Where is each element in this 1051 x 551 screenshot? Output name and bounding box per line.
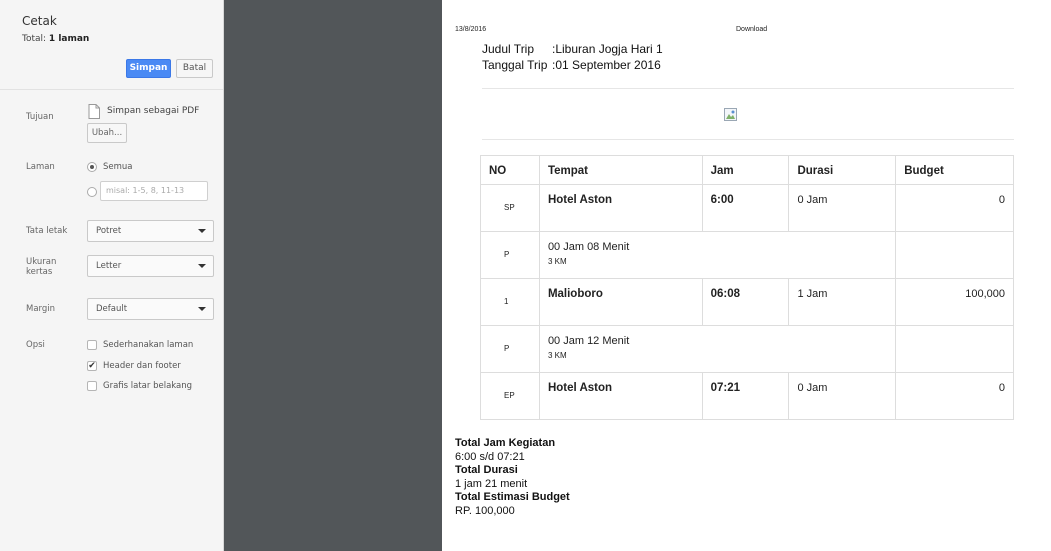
paper-value: Letter (96, 261, 122, 271)
total-duration-label: Total Durasi (455, 464, 518, 476)
row-travel-cell: 00 Jam 12 Menit 3 KM (538, 325, 897, 373)
trip-name-value: :Liburan Jogja Hari 1 (552, 42, 663, 56)
trip-name-line: Judul Trip :Liburan Jogja Hari 1 (482, 42, 663, 56)
pages-range-radio[interactable] (87, 187, 97, 197)
row-budget-empty (895, 325, 1014, 373)
simplify-page-label: Sederhanakan laman (103, 340, 194, 350)
background-graphics-checkbox[interactable] (87, 381, 97, 391)
table-row: P 00 Jam 12 Menit 3 KM (480, 325, 1014, 373)
chevron-down-icon (198, 264, 206, 268)
pages-label: Laman (26, 162, 55, 172)
layout-label: Tata letak (26, 226, 68, 236)
trip-date-line: Tanggal Trip :01 September 2016 (482, 58, 661, 72)
page-total-prefix: Total: (22, 34, 49, 44)
row-budget-empty (895, 231, 1014, 279)
row-no: EP (480, 372, 540, 420)
margin-select[interactable]: Default (87, 298, 214, 320)
row-budget: 100,000 (895, 278, 1014, 326)
row-no: SP (480, 184, 540, 232)
row-budget: 0 (895, 372, 1014, 420)
column-header-no: NO (480, 155, 540, 185)
row-duration: 1 Jam (788, 278, 897, 326)
row-place: Hotel Aston (538, 372, 703, 420)
row-place: Hotel Aston (538, 184, 703, 232)
header-footer-label: Header dan footer (103, 361, 181, 371)
total-activity-value: 6:00 s/d 07:21 (455, 450, 525, 463)
row-distance: 3 KM (547, 351, 567, 360)
row-travel-time: 00 Jam 08 Menit (547, 241, 630, 253)
table-row: P 00 Jam 08 Menit 3 KM (480, 231, 1014, 279)
row-no: P (480, 325, 540, 373)
layout-select[interactable]: Potret (87, 220, 214, 242)
destination-value: Simpan sebagai PDF (107, 106, 200, 116)
margin-label: Margin (26, 304, 56, 314)
page-header-title: Download (736, 26, 768, 33)
margin-value: Default (96, 304, 128, 314)
page-total: Total: 1 laman (22, 34, 223, 44)
background-graphics-label: Grafis latar belakang (103, 381, 193, 391)
table-header-row: NO Tempat Jam Durasi Budget (480, 155, 1014, 185)
row-distance: 3 KM (547, 257, 567, 266)
page-total-value: 1 laman (48, 34, 90, 44)
simplify-page-checkbox[interactable] (87, 340, 97, 350)
save-button[interactable]: Simpan (126, 59, 171, 78)
destination-label: Tujuan (26, 112, 54, 122)
total-budget-label: Total Estimasi Budget (455, 491, 570, 503)
row-budget: 0 (895, 184, 1014, 232)
chevron-down-icon (198, 307, 206, 311)
cancel-button[interactable]: Batal (176, 59, 213, 78)
pages-all-radio[interactable] (87, 162, 97, 172)
row-time: 06:08 (701, 278, 790, 326)
table-row: SP Hotel Aston 6:00 0 Jam 0 (480, 184, 1014, 232)
trip-summary: Total Jam Kegiatan 6:00 s/d 07:21 Total … (455, 437, 570, 518)
total-budget-value: RP. 100,000 (455, 504, 515, 517)
row-time: 6:00 (701, 184, 790, 232)
itinerary-table: NO Tempat Jam Durasi Budget SP Hotel Ast… (480, 155, 1014, 420)
row-no: 1 (480, 278, 540, 326)
preview-background (224, 0, 442, 551)
table-row: EP Hotel Aston 07:21 0 Jam 0 (480, 372, 1014, 420)
row-place: Malioboro (538, 278, 703, 326)
row-no: P (480, 231, 540, 279)
options-label: Opsi (26, 340, 45, 350)
chevron-down-icon (198, 229, 206, 233)
row-travel-cell: 00 Jam 08 Menit 3 KM (538, 231, 897, 279)
change-destination-button[interactable]: Ubah... (87, 123, 127, 143)
print-title: Cetak (22, 14, 57, 28)
column-header-durasi: Durasi (788, 155, 897, 185)
header-footer-checkbox[interactable]: ✔ (87, 361, 97, 371)
page-header-date: 13/8/2016 (455, 26, 487, 33)
trip-date-value: :01 September 2016 (552, 58, 661, 72)
paper-select[interactable]: Letter (87, 255, 214, 277)
column-header-budget: Budget (895, 155, 1014, 185)
document-icon (88, 104, 100, 119)
divider (482, 88, 1014, 89)
paper-label: Ukuran kertas (26, 257, 57, 277)
trip-name-label: Judul Trip (482, 42, 535, 56)
table-row: 1 Malioboro 06:08 1 Jam 100,000 (480, 278, 1014, 326)
column-header-tempat: Tempat (538, 155, 703, 185)
pages-all-label: Semua (103, 162, 133, 172)
row-duration: 0 Jam (788, 184, 897, 232)
print-settings-panel: Cetak Total: 1 laman Simpan Batal Tujuan… (0, 0, 224, 551)
broken-image-icon (724, 108, 737, 121)
row-duration: 0 Jam (788, 372, 897, 420)
row-travel-time: 00 Jam 12 Menit (547, 335, 630, 347)
print-preview-page: 13/8/2016 Download Judul Trip :Liburan Jo… (442, 0, 1051, 551)
trip-date-label: Tanggal Trip (482, 58, 548, 72)
column-header-jam: Jam (701, 155, 790, 185)
row-time: 07:21 (701, 372, 790, 420)
total-duration-value: 1 jam 21 menit (455, 477, 528, 490)
layout-value: Potret (96, 226, 122, 236)
pages-range-input[interactable]: misal: 1-5, 8, 11-13 (100, 181, 208, 201)
divider (482, 139, 1014, 140)
print-header: Cetak Total: 1 laman Simpan Batal (0, 0, 223, 90)
total-activity-label: Total Jam Kegiatan (455, 437, 556, 449)
